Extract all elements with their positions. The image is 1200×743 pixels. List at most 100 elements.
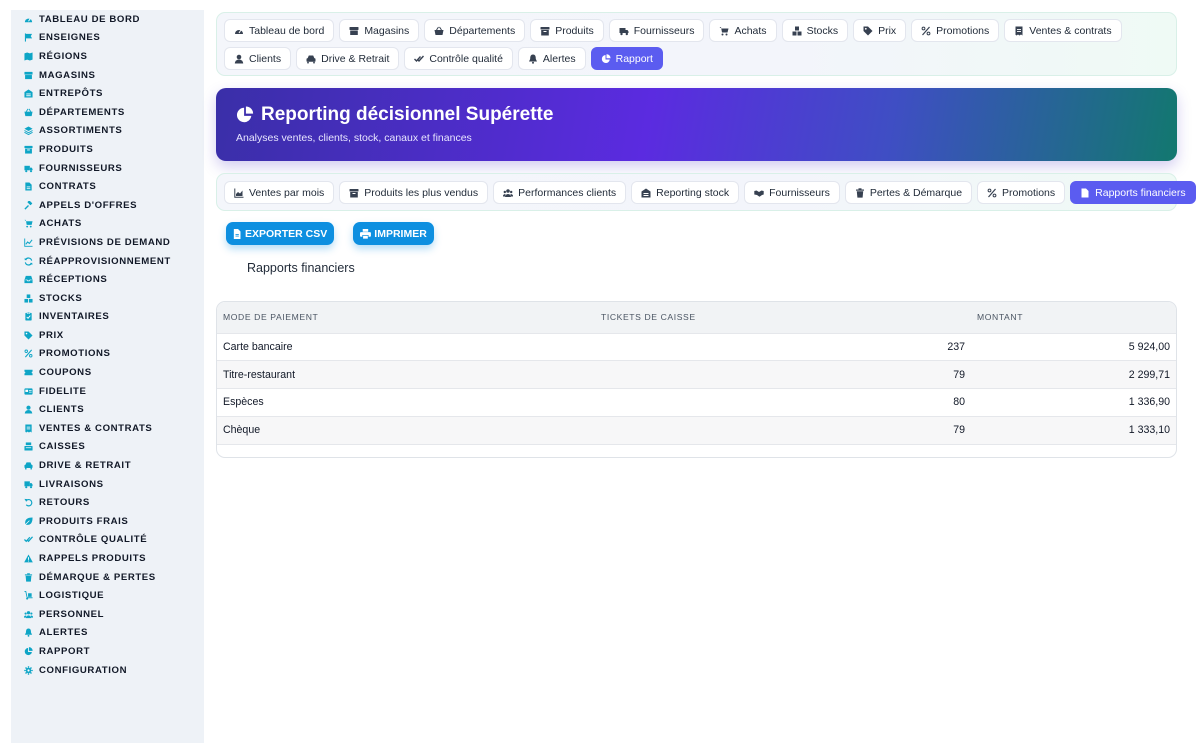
report-tab-ventes-par-mois[interactable]: Ventes par mois xyxy=(224,181,335,204)
sidebar-item-stocks[interactable]: STOCKS xyxy=(11,289,204,308)
nav-tab-fournisseurs[interactable]: Fournisseurs xyxy=(608,19,705,42)
sidebar-item-produits[interactable]: PRODUITS xyxy=(11,140,204,159)
sidebar-item-label: APPELS D'OFFRES xyxy=(39,199,138,211)
sidebar-item-rappels-produits[interactable]: RAPPELS PRODUITS xyxy=(11,549,204,568)
sidebar-item-regions[interactable]: RÉGIONS xyxy=(11,47,204,66)
sidebar-item-label: ENTREPÔTS xyxy=(39,88,104,100)
nav-tab-alertes[interactable]: Alertes xyxy=(517,47,586,70)
sidebar-item-logistique[interactable]: LOGISTIQUE xyxy=(11,586,204,605)
nav-tab-controle-qualite[interactable]: Contrôle qualité xyxy=(404,47,513,70)
print-button[interactable]: IMPRIMER xyxy=(353,222,434,245)
cart-icon xyxy=(719,26,729,36)
sidebar-item-tableau-de-bord[interactable]: TABLEAU DE BORD xyxy=(11,10,204,29)
sidebar-item-clients[interactable]: CLIENTS xyxy=(11,400,204,419)
nav-tab-achats[interactable]: Achats xyxy=(709,19,777,42)
sidebar-item-label: CONTRÔLE QUALITÉ xyxy=(39,534,148,546)
sidebar-item-retours[interactable]: RETOURS xyxy=(11,493,204,512)
sidebar-item-controle-qualite[interactable]: CONTRÔLE QUALITÉ xyxy=(11,531,204,550)
sidebar-item-demarque-pertes[interactable]: DÉMARQUE & PERTES xyxy=(11,568,204,587)
report-tab-label: Pertes & Démarque xyxy=(869,186,963,199)
top-navigation: Tableau de bord Magasins Départements Produ… xyxy=(216,12,1177,76)
boxes-icon xyxy=(792,26,802,36)
sidebar-item-rapport[interactable]: RAPPORT xyxy=(11,642,204,661)
sidebar-item-label: LOGISTIQUE xyxy=(39,590,105,602)
store-icon xyxy=(24,71,33,80)
report-tab-promotions[interactable]: Promotions xyxy=(977,181,1066,204)
nav-tab-drive-retrait[interactable]: Drive & Retrait xyxy=(296,47,400,70)
nav-tab-rapport[interactable]: Rapport xyxy=(590,47,663,70)
sidebar-item-label: ASSORTIMENTS xyxy=(39,125,123,137)
page-header-banner: Reporting décisionnel Supérette Analyses… xyxy=(216,88,1177,161)
sidebar-item-configuration[interactable]: CONFIGURATION xyxy=(11,661,204,680)
sidebar-item-appels-d-offres[interactable]: APPELS D'OFFRES xyxy=(11,196,204,215)
sidebar-item-livraisons[interactable]: LIVRAISONS xyxy=(11,475,204,494)
sidebar-item-fournisseurs[interactable]: FOURNISSEURS xyxy=(11,159,204,178)
nav-tab-departements[interactable]: Départements xyxy=(424,19,526,42)
gavel-icon xyxy=(24,200,33,210)
export-csv-label: EXPORTER CSV xyxy=(245,227,328,240)
sidebar-item-promotions[interactable]: PROMOTIONS xyxy=(11,345,204,364)
nav-tab-clients[interactable]: Clients xyxy=(224,47,292,70)
column-header-amount: MONTANT xyxy=(971,302,1176,334)
sidebar-item-produits-frais[interactable]: PRODUITS FRAIS xyxy=(11,512,204,531)
sidebar-item-label: PRODUITS xyxy=(39,143,94,155)
sidebar-item-departements[interactable]: DÉPARTEMENTS xyxy=(11,103,204,122)
sidebar-item-contrats[interactable]: CONTRATS xyxy=(11,177,204,196)
sidebar-item-entrepots[interactable]: ENTREPÔTS xyxy=(11,84,204,103)
sidebar-item-reapprovisionnement[interactable]: RÉAPPROVISIONNEMENT xyxy=(11,252,204,271)
nav-tab-tableau-de-bord[interactable]: Tableau de bord xyxy=(224,19,335,42)
sidebar-item-label: VENTES & CONTRATS xyxy=(39,422,153,434)
sidebar-item-label: DRIVE & RETRAIT xyxy=(39,460,132,472)
percent-icon xyxy=(24,349,33,358)
sidebar-item-label: PRODUITS FRAIS xyxy=(39,515,129,527)
sidebar-item-enseignes[interactable]: ENSEIGNES xyxy=(11,29,204,48)
sidebar-item-assortiments[interactable]: ASSORTIMENTS xyxy=(11,122,204,141)
export-csv-button[interactable]: EXPORTER CSV xyxy=(226,222,335,245)
sidebar-item-prix[interactable]: PRIX xyxy=(11,326,204,345)
nav-tab-ventes-contrats[interactable]: Ventes & contrats xyxy=(1004,19,1122,42)
column-header-payment-mode: MODE DE PAIEMENT xyxy=(217,302,595,334)
check-double-icon xyxy=(414,54,425,64)
sidebar-item-inventaires[interactable]: INVENTAIRES xyxy=(11,308,204,327)
sidebar-item-label: RAPPELS PRODUITS xyxy=(39,553,147,565)
nav-tab-promotions[interactable]: Promotions xyxy=(911,19,1000,42)
report-tab-label: Rapports financiers xyxy=(1095,186,1186,199)
main-content: Tableau de bord Magasins Départements Produ… xyxy=(216,12,1196,458)
car-icon xyxy=(24,461,33,470)
sidebar-item-label: FOURNISSEURS xyxy=(39,162,123,174)
receipt-icon xyxy=(24,424,33,433)
sidebar-item-fidelite[interactable]: FIDELITE xyxy=(11,382,204,401)
sidebar-item-label: FIDELITE xyxy=(39,385,87,397)
sidebar-item-caisses[interactable]: CAISSES xyxy=(11,438,204,457)
sidebar-item-achats[interactable]: ACHATS xyxy=(11,215,204,234)
sidebar-item-previsions-de-demand[interactable]: PRÉVISIONS DE DEMAND xyxy=(11,233,204,252)
report-tab-performances-clients[interactable]: Performances clients xyxy=(493,181,627,204)
box-icon xyxy=(349,188,359,198)
report-tab-fournisseurs[interactable]: Fournisseurs xyxy=(744,181,840,204)
sidebar-item-coupons[interactable]: COUPONS xyxy=(11,363,204,382)
cell-amount: 2 299,71 xyxy=(971,360,1176,390)
nav-tab-prix[interactable]: Prix xyxy=(853,19,907,42)
report-tab-reporting-stock[interactable]: Reporting stock xyxy=(631,181,740,204)
nav-tab-magasins[interactable]: Magasins xyxy=(339,19,420,42)
print-icon xyxy=(360,228,372,239)
sidebar-item-drive-retrait[interactable]: DRIVE & RETRAIT xyxy=(11,456,204,475)
sidebar-item-ventes-contrats[interactable]: VENTES & CONTRATS xyxy=(11,419,204,438)
trash-icon xyxy=(24,572,33,582)
table-body: Carte bancaire 237 5 924,00 Titre-restauran… xyxy=(217,333,1176,445)
nav-tab-stocks[interactable]: Stocks xyxy=(781,19,849,42)
warehouse-icon xyxy=(641,188,651,198)
report-tab-pertes-demarque[interactable]: Pertes & Démarque xyxy=(844,181,973,204)
sidebar-item-receptions[interactable]: RÉCEPTIONS xyxy=(11,270,204,289)
basket-icon xyxy=(434,26,444,36)
box-icon xyxy=(24,145,33,154)
sidebar-item-personnel[interactable]: PERSONNEL xyxy=(11,605,204,624)
report-tab-produits-les-plus-vendus[interactable]: Produits les plus vendus xyxy=(339,181,489,204)
report-tab-rapports-financiers[interactable]: Rapports financiers xyxy=(1070,181,1196,204)
report-tab-label: Performances clients xyxy=(518,186,617,199)
nav-tab-produits[interactable]: Produits xyxy=(530,19,604,42)
sidebar-item-magasins[interactable]: MAGASINS xyxy=(11,66,204,85)
boxes-icon xyxy=(24,294,33,303)
sidebar-item-alertes[interactable]: ALERTES xyxy=(11,624,204,643)
percent-icon xyxy=(987,188,997,198)
